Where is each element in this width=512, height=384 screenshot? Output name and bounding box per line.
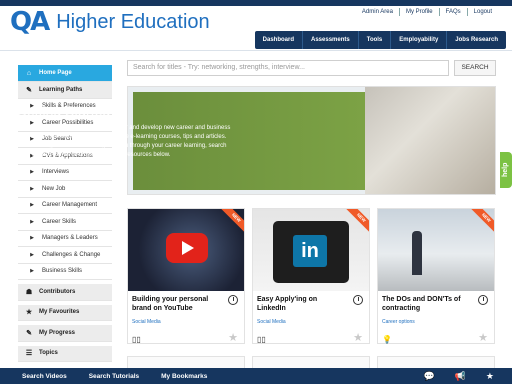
sidebar-item-label: New Job <box>42 185 66 192</box>
card-image: NEW <box>378 209 494 291</box>
office-image <box>378 209 494 291</box>
sidebar-item-label: My Favourites <box>39 309 80 316</box>
favourite-star-icon[interactable]: ★ <box>478 331 488 344</box>
bottom-icons: 💬 📢 ★ <box>403 368 494 384</box>
sidebar-item-label: My Progress <box>39 329 76 336</box>
chevron-right-icon: ▶ <box>30 202 34 209</box>
card-title: Building your personal brand on YouTube <box>132 296 209 312</box>
card-category[interactable]: Social Media <box>257 319 286 325</box>
favourite-star-icon[interactable]: ★ <box>228 331 238 344</box>
resource-card-linkedin[interactable]: in NEW Easy Apply'ing on LinkedIn Social… <box>252 208 370 344</box>
topics-icon: ☰ <box>25 350 33 358</box>
progress-icon: ✎ <box>26 329 32 337</box>
card-image: in NEW <box>253 209 369 291</box>
sidebar-item-learning-paths[interactable]: ✎ Learning Paths <box>18 82 112 99</box>
sidebar-item-home[interactable]: ⌂ Home Page <box>18 65 112 82</box>
top-links: Admin Area My Profile FAQs Logout <box>356 8 498 16</box>
megaphone-icon[interactable]: 📢 <box>455 371 466 382</box>
header-divider <box>0 50 512 51</box>
book-icon: ▯▯ <box>132 335 141 344</box>
home-icon: ⌂ <box>26 69 32 77</box>
chevron-right-icon: ▶ <box>30 268 34 275</box>
learning-paths-icon: ✎ <box>26 86 32 94</box>
help-tab[interactable]: help <box>500 152 512 188</box>
linkedin-image: in <box>253 209 369 291</box>
sidebar-item-label: Home Page <box>39 70 72 76</box>
favourite-star-icon[interactable]: ★ <box>353 331 363 344</box>
logo-mark: QA <box>10 7 50 37</box>
nav-employability[interactable]: Employability <box>390 31 446 49</box>
timer-icon <box>228 295 238 305</box>
resource-card-contracting[interactable]: NEW The DOs and DON'Ts of contracting Ca… <box>377 208 495 344</box>
sidebar-item-label: Learning Paths <box>39 86 83 93</box>
nav-assessments[interactable]: Assessments <box>302 31 358 49</box>
sidebar-item-label: Topics <box>39 350 58 357</box>
nav-dashboard[interactable]: Dashboard <box>255 31 302 49</box>
contributors-icon: ☗ <box>25 288 33 296</box>
sidebar-item-topics[interactable]: ☰ Topics <box>18 345 112 362</box>
book-icon: ▯▯ <box>257 335 266 344</box>
sidebar-item-label: Managers & Leaders <box>42 235 98 242</box>
main-nav: Dashboard Assessments Tools Employabilit… <box>254 31 506 49</box>
chevron-right-icon: ▶ <box>30 235 34 242</box>
sidebar-item-career-management[interactable]: ▶ Career Management <box>18 197 112 214</box>
sidebar-item-managers-leaders[interactable]: ▶ Managers & Leaders <box>18 230 112 247</box>
sidebar-item-progress[interactable]: ✎ My Progress <box>18 325 112 342</box>
logout-link[interactable]: Logout <box>466 8 498 16</box>
sidebar-item-favourites[interactable]: ★ My Favourites <box>18 304 112 321</box>
youtube-logo-icon <box>166 233 208 263</box>
search-button[interactable]: SEARCH <box>454 60 496 76</box>
chevron-right-icon: ▶ <box>30 185 34 192</box>
banner-body: Welcome to your e-learning hub. Discover… <box>16 125 231 158</box>
banner-title: Getting Started <box>16 103 111 119</box>
card-title: Easy Apply'ing on LinkedIn <box>257 296 318 312</box>
lightbulb-icon: 💡 <box>382 335 392 344</box>
bottom-bar: Search Videos Search Tutorials My Bookma… <box>0 368 512 384</box>
youtube-image <box>128 209 244 291</box>
sidebar-item-label: Business Skills <box>42 268 83 275</box>
banner-photo <box>365 87 495 194</box>
logo[interactable]: QA Higher Education <box>10 6 210 38</box>
chevron-right-icon: ▶ <box>30 169 34 176</box>
search-input[interactable]: Search for titles - Try: networking, str… <box>127 60 449 76</box>
sidebar-item-contributors[interactable]: ☗ Contributors <box>18 284 112 301</box>
sidebar-item-business-skills[interactable]: ▶ Business Skills <box>18 263 112 280</box>
admin-area-link[interactable]: Admin Area <box>356 8 399 16</box>
card-title: The DOs and DON'Ts of contracting <box>382 296 461 312</box>
linkedin-logo-icon: in <box>293 235 327 267</box>
chat-icon[interactable]: 💬 <box>423 371 434 382</box>
card-category[interactable]: Career options <box>382 319 415 325</box>
star-icon: ★ <box>25 309 33 317</box>
my-profile-link[interactable]: My Profile <box>398 8 439 16</box>
resource-card-youtube[interactable]: NEW Building your personal brand on YouT… <box>127 208 245 344</box>
timer-icon <box>353 295 363 305</box>
star-icon[interactable]: ★ <box>486 371 494 382</box>
sidebar-item-label: Challenges & Change <box>42 251 101 258</box>
chevron-right-icon: ▶ <box>30 251 34 258</box>
card-category[interactable]: Social Media <box>132 319 161 325</box>
sidebar-item-interviews[interactable]: ▶ Interviews <box>18 164 112 181</box>
faqs-link[interactable]: FAQs <box>438 8 467 16</box>
sidebar-item-career-skills[interactable]: ▶ Career Skills <box>18 214 112 231</box>
nav-jobs-research[interactable]: Jobs Research <box>446 31 506 49</box>
card-image: NEW <box>128 209 244 291</box>
my-bookmarks-link[interactable]: My Bookmarks <box>161 373 207 380</box>
logo-text: Higher Education <box>56 10 210 33</box>
sidebar-item-label: Contributors <box>39 288 76 295</box>
sidebar-item-label: Interviews <box>42 169 70 176</box>
search-tutorials-link[interactable]: Search Tutorials <box>89 373 139 380</box>
person-shape <box>412 231 422 275</box>
search-videos-link[interactable]: Search Videos <box>22 373 67 380</box>
sidebar-item-challenges-change[interactable]: ▶ Challenges & Change <box>18 247 112 264</box>
nav-tools[interactable]: Tools <box>357 31 391 49</box>
sidebar-item-label: Career Skills <box>42 218 77 225</box>
timer-icon <box>478 295 488 305</box>
sidebar-item-label: Career Management <box>42 202 98 209</box>
chevron-right-icon: ▶ <box>30 218 34 225</box>
sidebar-item-new-job[interactable]: ▶ New Job <box>18 181 112 198</box>
